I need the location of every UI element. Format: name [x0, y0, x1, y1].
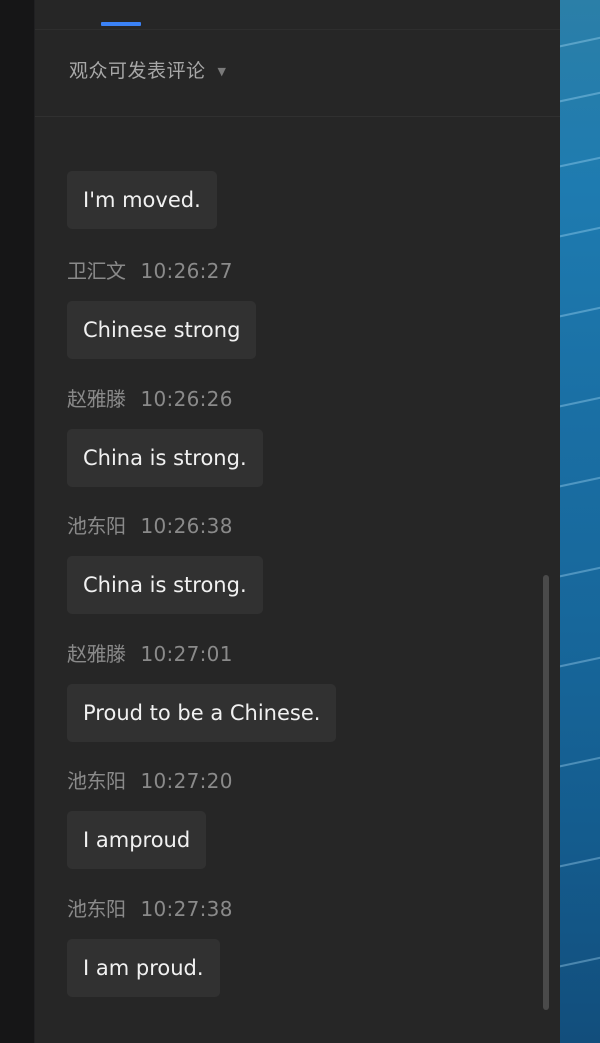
message-time: 10:26:26 [140, 387, 233, 411]
message-time: 10:27:38 [140, 897, 233, 921]
sender-name: 池东阳 [67, 514, 126, 538]
message-bubble: Chinese strong [67, 301, 257, 359]
sender-name: 池东阳 [67, 897, 126, 921]
message-scrollbar[interactable] [543, 575, 549, 1010]
message-item: 池东阳 10:27:20 I amproud [67, 765, 233, 869]
message-item: 赵雅滕 10:27:01 Proud to be a Chinese. [67, 638, 337, 742]
message-item: 卫汇文 10:26:27 Chinese strong [67, 255, 257, 359]
message-item: I'm moved. [67, 171, 217, 229]
message-bubble: China is strong. [67, 556, 263, 614]
left-strip [0, 0, 35, 1043]
comment-permission-label: 观众可发表评论 [69, 60, 206, 82]
message-bubble: I amproud [67, 811, 207, 869]
sender-name: 卫汇文 [67, 259, 126, 283]
comment-panel: 观众可发表评论 ▼ I'm moved. 卫汇文 10:26:27 Chines… [35, 0, 560, 1043]
panel-header: 观众可发表评论 ▼ [35, 0, 560, 117]
message-bubble: China is strong. [67, 429, 263, 487]
message-time: 10:27:20 [140, 769, 233, 793]
header-divider [35, 29, 560, 30]
background-video-edge [560, 0, 600, 1043]
sender-name: 赵雅滕 [67, 642, 126, 666]
message-item: 赵雅滕 10:26:26 China is strong. [67, 383, 263, 487]
message-bubble: I'm moved. [67, 171, 217, 229]
active-tab-indicator [101, 22, 141, 26]
comment-permission-dropdown[interactable]: 观众可发表评论 ▼ [69, 56, 226, 83]
sender-name: 赵雅滕 [67, 387, 126, 411]
sender-name: 池东阳 [67, 769, 126, 793]
message-item: 池东阳 10:26:38 China is strong. [67, 510, 263, 614]
message-time: 10:26:27 [140, 259, 233, 283]
message-bubble: Proud to be a Chinese. [67, 684, 337, 742]
message-time: 10:26:38 [140, 514, 233, 538]
scrollbar-thumb[interactable] [543, 575, 549, 1010]
message-bubble: I am proud. [67, 939, 220, 997]
message-time: 10:27:01 [140, 642, 233, 666]
message-meta: 卫汇文 10:26:27 [67, 255, 256, 284]
message-meta: 赵雅滕 10:26:26 [67, 383, 263, 412]
message-meta: 赵雅滕 10:27:01 [67, 638, 336, 667]
caret-down-icon: ▼ [217, 64, 226, 78]
message-item: 池东阳 10:27:38 I am proud. [67, 893, 233, 997]
message-meta: 池东阳 10:27:20 [67, 765, 233, 794]
message-meta: 池东阳 10:27:38 [67, 893, 233, 922]
message-meta: 池东阳 10:26:38 [67, 510, 263, 539]
